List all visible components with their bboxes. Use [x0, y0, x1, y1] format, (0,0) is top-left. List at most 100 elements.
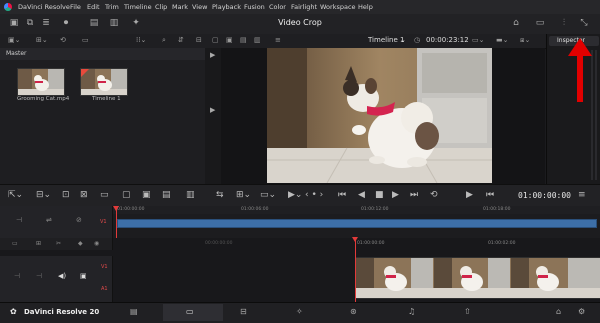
trim-edit-icon[interactable]: ⇆ — [216, 190, 224, 200]
page-color-icon[interactable]: ⊛ — [350, 307, 357, 316]
jog-icon[interactable]: ‹ • › — [305, 190, 323, 200]
fullscreen-icon[interactable]: ▭ — [534, 18, 546, 29]
menu-color[interactable]: Color — [269, 3, 286, 11]
folder-icon[interactable]: ▭ — [82, 36, 89, 44]
clip-thumbnail-timeline-1[interactable] — [80, 68, 128, 96]
menu-trim[interactable]: Trim — [105, 3, 119, 11]
menu-clip[interactable]: Clip — [155, 3, 167, 11]
link-clips-icon[interactable]: ⊞ — [36, 240, 41, 247]
lower-video-track-label: V1 — [101, 264, 108, 270]
annotation-arrow-icon — [568, 38, 592, 102]
timeline-view-icon[interactable]: ▤ — [240, 36, 247, 44]
eye-icon[interactable]: ▣ — [80, 272, 87, 280]
list-icon[interactable]: ≡ — [275, 36, 281, 44]
lock-icon[interactable]: ⊣ — [16, 216, 22, 224]
monitor-icon[interactable]: ▭ — [12, 240, 18, 247]
split-icon[interactable]: ▥ — [254, 36, 261, 44]
upper-timeline-clip[interactable] — [117, 219, 597, 228]
loop-icon[interactable]: ⟲ — [430, 190, 438, 200]
menu-help[interactable]: Help — [358, 3, 373, 11]
track-lock-icon[interactable]: ⊣ — [14, 272, 20, 280]
transport-bar: ⇱⌄ ⊟⌄ ⊡ ⊠ ▭ ▢ ▣ ▤ ▥ ⇆ ⊞⌄ ▭⌄ ▶⌄ ‹ • › ⏮ ◀… — [0, 184, 600, 208]
replace-icon[interactable]: ▭ — [100, 190, 109, 200]
menu-icon[interactable]: ≡ — [578, 190, 586, 200]
go-to-end-icon[interactable]: ⏭ — [410, 190, 418, 200]
select-tool-icon[interactable]: ⇱⌄ — [8, 190, 23, 200]
menu-view[interactable]: View — [192, 3, 207, 11]
chevron-down-icon[interactable]: ⌄ — [400, 36, 406, 44]
menu-fusion[interactable]: Fusion — [244, 3, 265, 11]
bin-label[interactable]: Master — [6, 50, 27, 57]
viewer-options-icon[interactable]: ▭⌄ — [472, 36, 484, 44]
page-deliver-icon[interactable]: ⇧ — [464, 307, 471, 316]
fit-icon[interactable]: ▢ — [122, 190, 131, 200]
timecode-top[interactable]: 00:00:23:12 — [426, 36, 469, 44]
menu-timeline[interactable]: Timeline — [124, 3, 152, 11]
upper-tick-0: 01:00:00:00 — [117, 207, 145, 212]
speaker-icon[interactable]: ◀) — [58, 272, 66, 280]
upper-timeline: ⊣ ⇌ ⊘ V1 01:00:00:00 01:00:06:00 01:00:1… — [0, 206, 600, 238]
play-icon[interactable]: ▶ — [392, 190, 399, 200]
mute-icon[interactable]: ⊘ — [76, 216, 82, 224]
overwrite-icon[interactable]: ⊠ — [80, 190, 88, 200]
source-icon[interactable]: ▣ — [226, 36, 233, 44]
search-icon[interactable]: ⌕ — [162, 36, 166, 45]
settings-icon[interactable]: ⧆⌄ — [520, 36, 530, 45]
inspector-toggle-icon[interactable]: ⤡ — [578, 18, 590, 29]
flag-icon[interactable]: ◉ — [94, 240, 99, 247]
menu-playback[interactable]: Playback — [212, 3, 241, 11]
grid-view-icon[interactable]: ⁞⁞⌄ — [136, 36, 146, 44]
auto-select-icon[interactable]: ⇌ — [46, 216, 52, 224]
go-to-start-icon[interactable]: ⏮ — [338, 190, 346, 200]
menu-workspace[interactable]: Workspace — [320, 3, 356, 11]
menu-edit[interactable]: Edit — [87, 3, 100, 11]
append-icon[interactable]: ▣ — [142, 190, 151, 200]
stop-icon[interactable]: ■ — [375, 190, 384, 200]
sliders-icon[interactable]: ⫶ — [558, 18, 570, 29]
menu-bar: DaVinci Resolve File Edit Trim Timeline … — [0, 0, 600, 14]
filter-icon[interactable]: ⊟ — [196, 36, 202, 44]
page-cut-icon[interactable]: ▭ — [186, 307, 194, 316]
lower-playhead[interactable] — [355, 238, 356, 302]
display-icon[interactable]: ▬⌄ — [496, 36, 508, 44]
menu-file[interactable]: File — [70, 3, 81, 11]
mixer-icon[interactable]: ⌂ — [510, 18, 522, 29]
in-point-icon[interactable]: ▶ — [466, 190, 473, 200]
page-edit-icon[interactable]: ⊟ — [240, 307, 247, 316]
sort-icon[interactable]: ⇵ — [178, 36, 184, 44]
menu-fairlight[interactable]: Fairlight — [291, 3, 317, 11]
timeline-selector[interactable]: Timeline 1 — [368, 36, 404, 44]
upper-playhead-handle-icon[interactable] — [113, 206, 119, 211]
clip-thumbnail-grooming-cat[interactable] — [17, 68, 65, 96]
lower-playhead-handle-icon[interactable] — [352, 237, 358, 242]
current-timecode: 01:00:00:00 — [518, 191, 571, 200]
place-on-top-icon[interactable]: ▥ — [186, 190, 195, 200]
scissors-icon[interactable]: ✂ — [56, 240, 61, 247]
link-icon[interactable]: ⟲ — [60, 36, 66, 44]
layout-icon[interactable]: ▣⌄ — [8, 36, 20, 44]
menu-mark[interactable]: Mark — [172, 3, 188, 11]
play-triangle-icon-2[interactable]: ▶ — [210, 106, 215, 114]
insert-icon[interactable]: ⊡ — [62, 190, 70, 200]
page-media-icon[interactable]: ▤ — [130, 307, 138, 316]
rewind-icon[interactable]: ◀ — [358, 190, 365, 200]
home-icon[interactable]: ⌂ — [556, 307, 561, 316]
trim-tool-icon[interactable]: ⊟⌄ — [36, 190, 51, 200]
page-fusion-icon[interactable]: ✧ — [296, 307, 303, 316]
settings-gear-icon[interactable]: ⚙ — [578, 307, 585, 316]
out-point-icon[interactable]: ⏮ — [486, 190, 494, 200]
app-name[interactable]: DaVinci Resolve — [18, 3, 70, 11]
clip-view-icon[interactable]: ▢ — [212, 36, 219, 44]
lower-clip-filmstrip[interactable] — [355, 257, 600, 299]
page-fairlight-icon[interactable]: ♫ — [408, 307, 415, 316]
brand-label: DaVinci Resolve 20 — [24, 308, 100, 316]
marker-icon[interactable]: ◆ — [78, 240, 83, 247]
blade-icon[interactable]: ▭⌄ — [260, 190, 276, 200]
ripple-icon[interactable]: ▤ — [162, 190, 171, 200]
snap-icon[interactable]: ⊞⌄ — [236, 190, 251, 200]
viewer-video-frame[interactable] — [267, 48, 492, 183]
skip-icon[interactable]: ▶⌄ — [288, 190, 302, 200]
bin-icon[interactable]: ⊞⌄ — [36, 36, 48, 44]
play-triangle-icon[interactable]: ▶ — [210, 51, 215, 59]
track-link-icon[interactable]: ⊣ — [36, 272, 42, 280]
